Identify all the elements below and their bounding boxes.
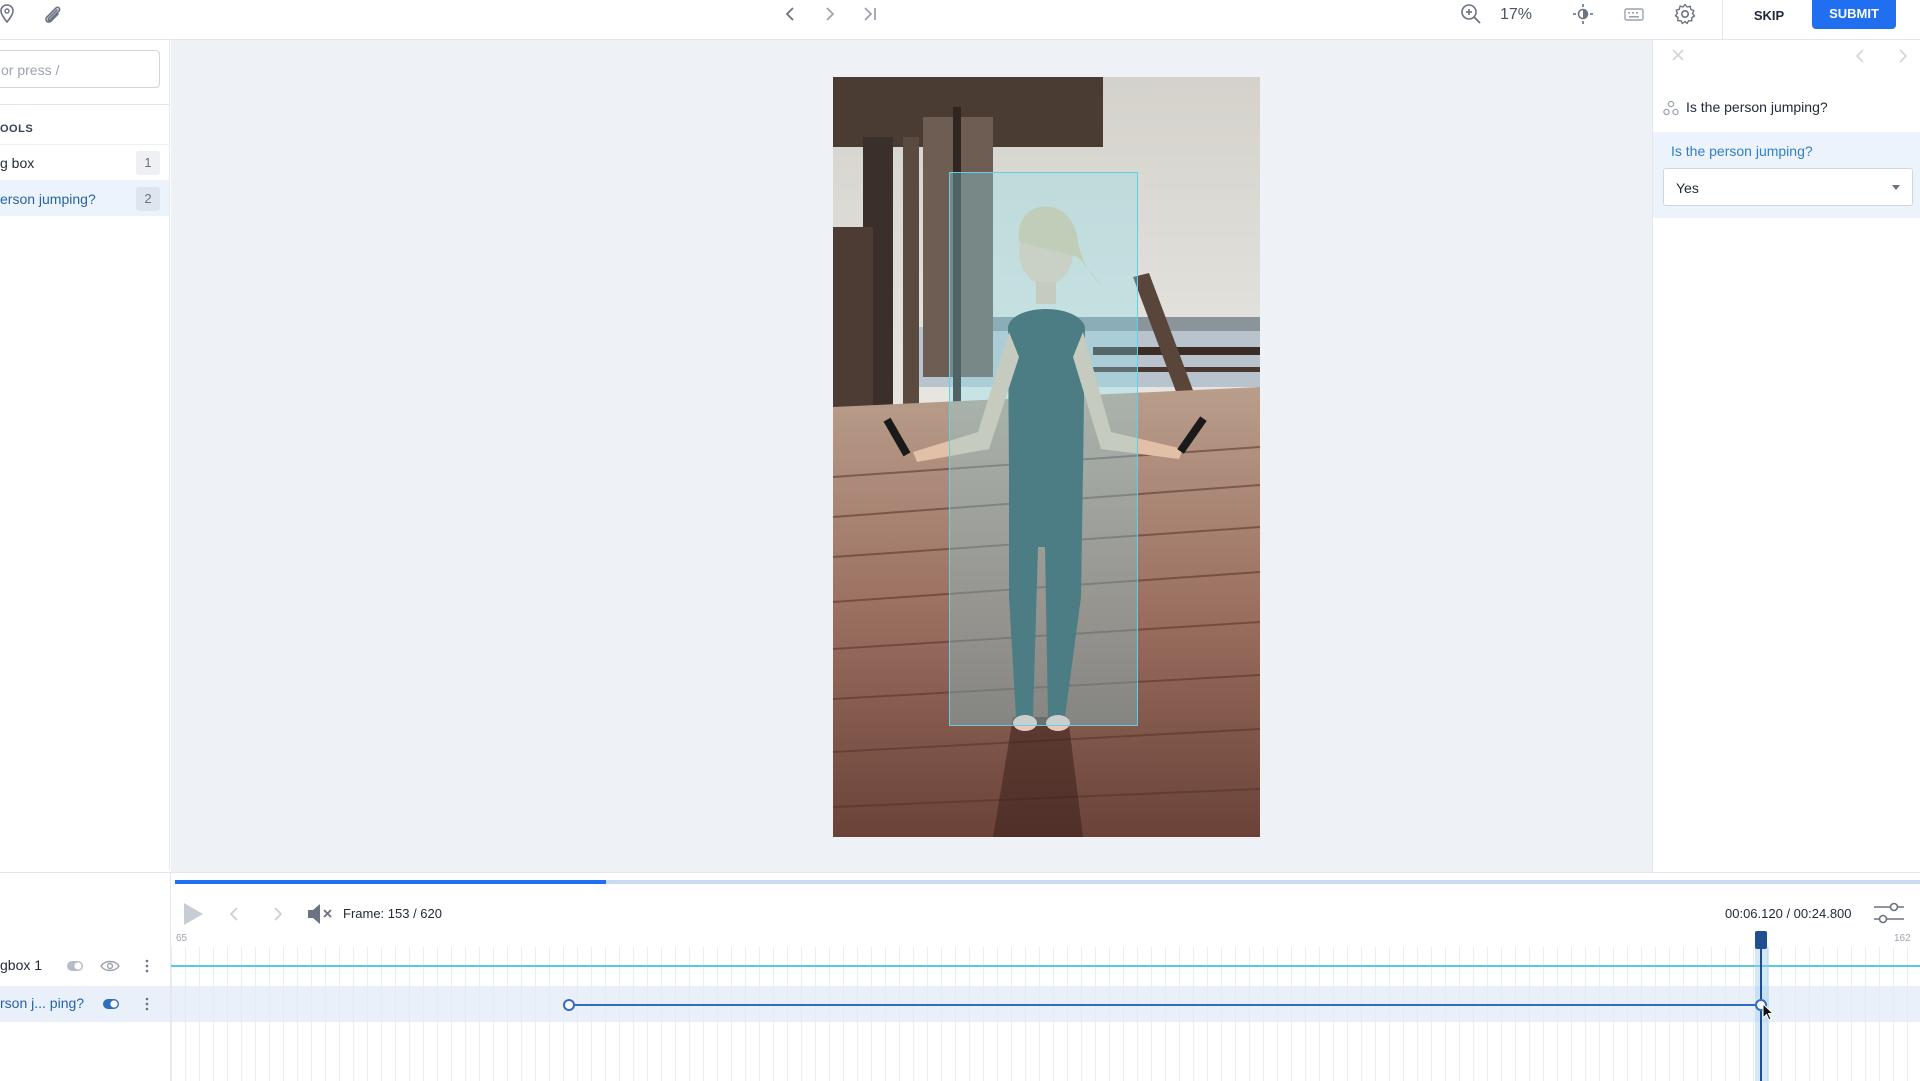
next-annotation-icon[interactable] (1897, 48, 1909, 64)
classification-panel: Is the person jumping? Is the person jum… (1652, 40, 1920, 872)
mute-icon[interactable] (306, 902, 334, 926)
time-counter: 00:06.120 / 00:24.800 (1725, 906, 1852, 921)
keyframe-marker[interactable] (563, 999, 575, 1011)
close-icon[interactable] (1671, 48, 1685, 62)
more-options-icon[interactable] (144, 996, 150, 1012)
playhead-handle[interactable] (1755, 931, 1767, 949)
question-label: Is the person jumping? (1671, 143, 1813, 159)
tool-item-person-jumping[interactable]: erson jumping? 2 (0, 180, 169, 216)
classification-icon (1663, 100, 1679, 116)
tool-hotkey-badge: 2 (136, 187, 160, 211)
toolbar-divider (1722, 0, 1723, 40)
submit-button[interactable]: SUBMIT (1812, 0, 1896, 29)
bounding-box-annotation[interactable] (949, 172, 1138, 726)
toggle-icon[interactable] (102, 998, 120, 1010)
timeline-settings-icon[interactable] (1872, 897, 1906, 929)
tool-item-bounding-box[interactable]: g box 1 (0, 144, 169, 180)
eye-icon[interactable] (100, 959, 120, 973)
top-toolbar: 17% SKIP SUBMIT (0, 0, 1920, 40)
chevron-left-icon[interactable] (782, 4, 798, 24)
search-input[interactable]: or press / (0, 50, 160, 88)
skip-button[interactable]: SKIP (1738, 4, 1800, 28)
zoom-level: 17% (1500, 6, 1533, 23)
next-frame-icon[interactable] (272, 906, 284, 922)
tool-hotkey-badge: 1 (136, 151, 160, 175)
more-options-icon[interactable] (144, 958, 150, 974)
video-progress-fill (175, 880, 606, 884)
track-label-classification: rson j... ping? (0, 995, 85, 1011)
brightness-icon[interactable] (1572, 3, 1594, 25)
tool-item-label: erson jumping? (0, 191, 96, 207)
answer-dropdown[interactable]: Yes (1663, 168, 1913, 206)
attachment-icon[interactable] (42, 4, 64, 26)
location-pin-icon[interactable] (0, 4, 14, 24)
skip-to-end-icon[interactable] (860, 4, 880, 24)
prev-frame-icon[interactable] (228, 906, 240, 922)
keyboard-icon[interactable] (1624, 6, 1644, 22)
frame-counter: Frame: 153 / 620 (343, 906, 442, 921)
zoom-in-icon[interactable] (1460, 3, 1482, 25)
timeline-tick-start: 65 (176, 933, 188, 944)
tools-heading: OOLS (0, 104, 169, 144)
tool-item-label: g box (0, 155, 35, 171)
toggle-icon[interactable] (66, 960, 84, 972)
classification-title: Is the person jumping? (1686, 99, 1828, 115)
tools-panel: or press / OOLS g box 1 erson jumping? 2 (0, 40, 170, 870)
answer-dropdown-value: Yes (1676, 180, 1699, 196)
chevron-down-icon (1892, 185, 1900, 190)
prev-annotation-icon[interactable] (1854, 48, 1866, 64)
gear-icon[interactable] (1674, 3, 1696, 25)
timeline-label-divider (170, 873, 171, 1081)
mouse-cursor-icon (1762, 1003, 1774, 1021)
bbox-track-line[interactable] (171, 965, 1920, 967)
annotation-canvas[interactable] (171, 40, 1652, 872)
track-label-bbox: gbox 1 (0, 957, 43, 973)
chevron-right-icon[interactable] (822, 4, 838, 24)
timeline-tick-end: 162 (1894, 933, 1911, 944)
play-icon[interactable] (180, 900, 206, 928)
timeline-panel: Frame: 153 / 620 00:06.120 / 00:24.800 6… (0, 872, 1920, 1081)
video-progress-bar[interactable] (175, 880, 1920, 884)
classification-track-line[interactable] (569, 1004, 1761, 1006)
